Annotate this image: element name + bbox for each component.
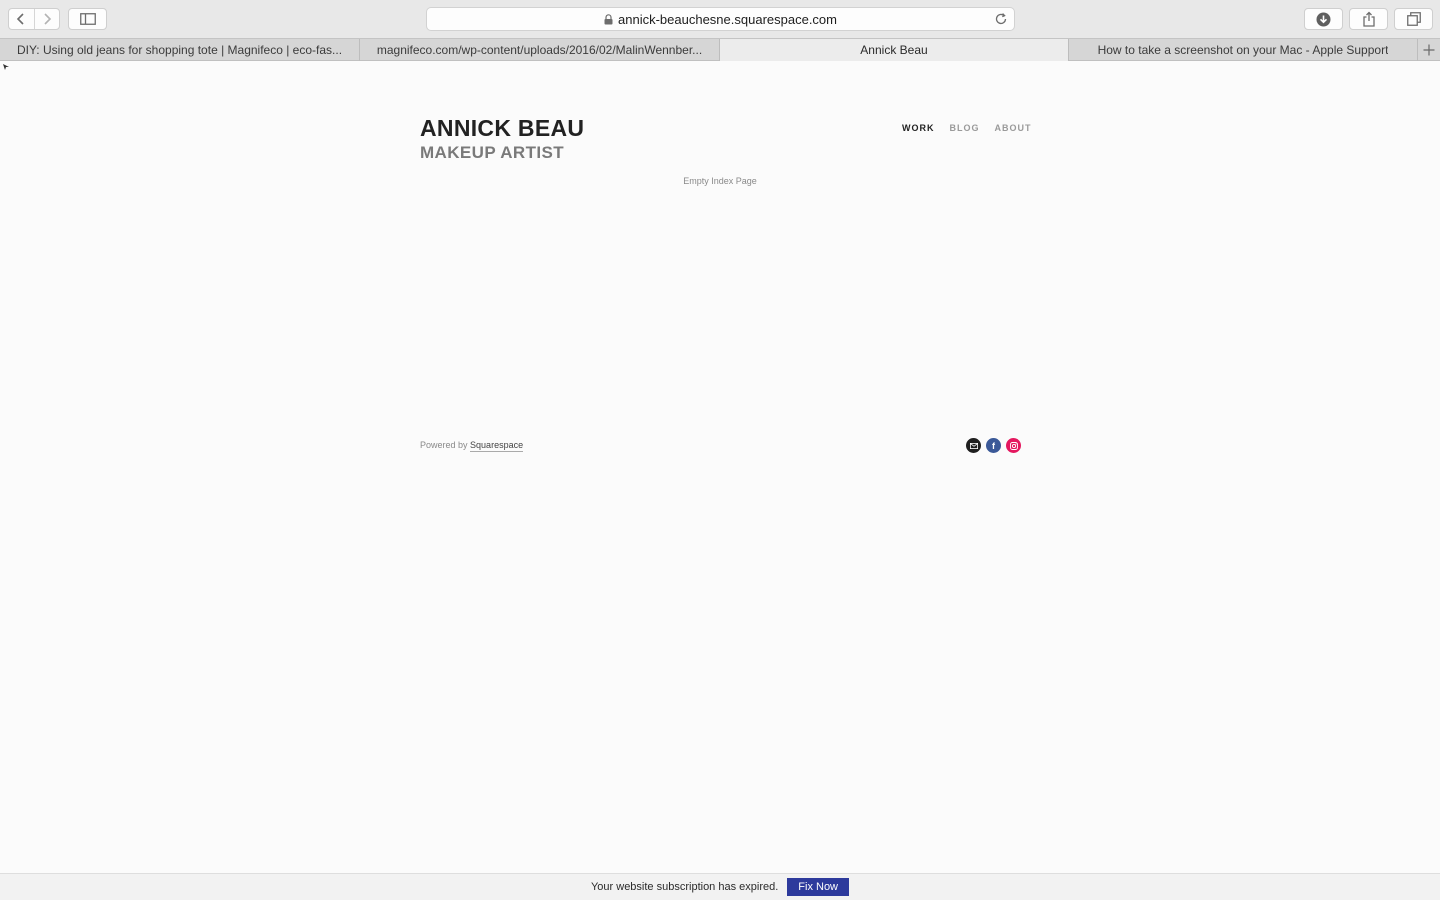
- tab-title: DIY: Using old jeans for shopping tote |…: [16, 43, 343, 57]
- sidebar-button[interactable]: [68, 8, 107, 30]
- tab-title: magnifeco.com/wp-content/uploads/2016/02…: [376, 43, 703, 57]
- forward-button[interactable]: [33, 9, 59, 29]
- browser-toolbar: annick-beauchesne.squarespace.com: [0, 0, 1440, 38]
- social-links: f: [966, 438, 1021, 453]
- nav-link-blog[interactable]: BLOG: [950, 123, 980, 133]
- address-url: annick-beauchesne.squarespace.com: [618, 11, 837, 27]
- lock-icon: [604, 13, 613, 25]
- tabs-overview-button[interactable]: [1394, 8, 1433, 30]
- share-icon: [1362, 11, 1375, 27]
- powered-by: Powered by Squarespace: [420, 440, 524, 452]
- download-button[interactable]: [1304, 8, 1343, 30]
- empty-index-message: Empty Index Page: [683, 176, 757, 186]
- share-button[interactable]: [1349, 8, 1388, 30]
- address-bar[interactable]: annick-beauchesne.squarespace.com: [426, 7, 1015, 31]
- tab-bar: DIY: Using old jeans for shopping tote |…: [0, 38, 1440, 61]
- nav-button-group: [8, 8, 60, 30]
- squarespace-link[interactable]: Squarespace: [470, 440, 524, 452]
- nav-link-about[interactable]: ABOUT: [995, 123, 1032, 133]
- powered-by-label: Powered by: [420, 440, 468, 450]
- site-tagline: MAKEUP ARTIST: [420, 143, 565, 162]
- browser-tab[interactable]: DIY: Using old jeans for shopping tote |…: [0, 39, 360, 61]
- facebook-glyph: f: [992, 440, 995, 451]
- instagram-icon[interactable]: [1006, 438, 1021, 453]
- browser-tab[interactable]: magnifeco.com/wp-content/uploads/2016/02…: [360, 39, 720, 61]
- fix-now-button[interactable]: Fix Now: [787, 878, 850, 896]
- web-page: ANNICK BEAU MAKEUP ARTIST WORK BLOG ABOU…: [0, 61, 1440, 873]
- chevron-right-icon: [44, 13, 52, 25]
- email-icon[interactable]: [966, 438, 981, 453]
- tab-title: Annick Beau: [860, 43, 928, 57]
- subscription-banner: Your website subscription has expired. F…: [0, 873, 1440, 900]
- corner-arrow-icon: [3, 64, 9, 70]
- browser-tab-active[interactable]: Annick Beau: [720, 39, 1069, 61]
- site-nav: WORK BLOG ABOUT: [902, 123, 1032, 133]
- back-button[interactable]: [9, 9, 34, 29]
- chevron-left-icon: [17, 13, 25, 25]
- download-icon: [1316, 12, 1331, 26]
- browser-tab[interactable]: How to take a screenshot on your Mac - A…: [1069, 39, 1418, 61]
- nav-link-work[interactable]: WORK: [902, 123, 935, 133]
- tabs-overview-icon: [1406, 12, 1421, 26]
- tab-title: How to take a screenshot on your Mac - A…: [1097, 43, 1389, 57]
- plus-icon: [1423, 44, 1435, 56]
- reload-icon[interactable]: [994, 12, 1008, 26]
- facebook-icon[interactable]: f: [986, 438, 1001, 453]
- new-tab-button[interactable]: [1418, 39, 1440, 61]
- site-title[interactable]: ANNICK BEAU: [420, 115, 584, 142]
- subscription-message: Your website subscription has expired.: [590, 881, 779, 893]
- sidebar-icon: [79, 13, 96, 25]
